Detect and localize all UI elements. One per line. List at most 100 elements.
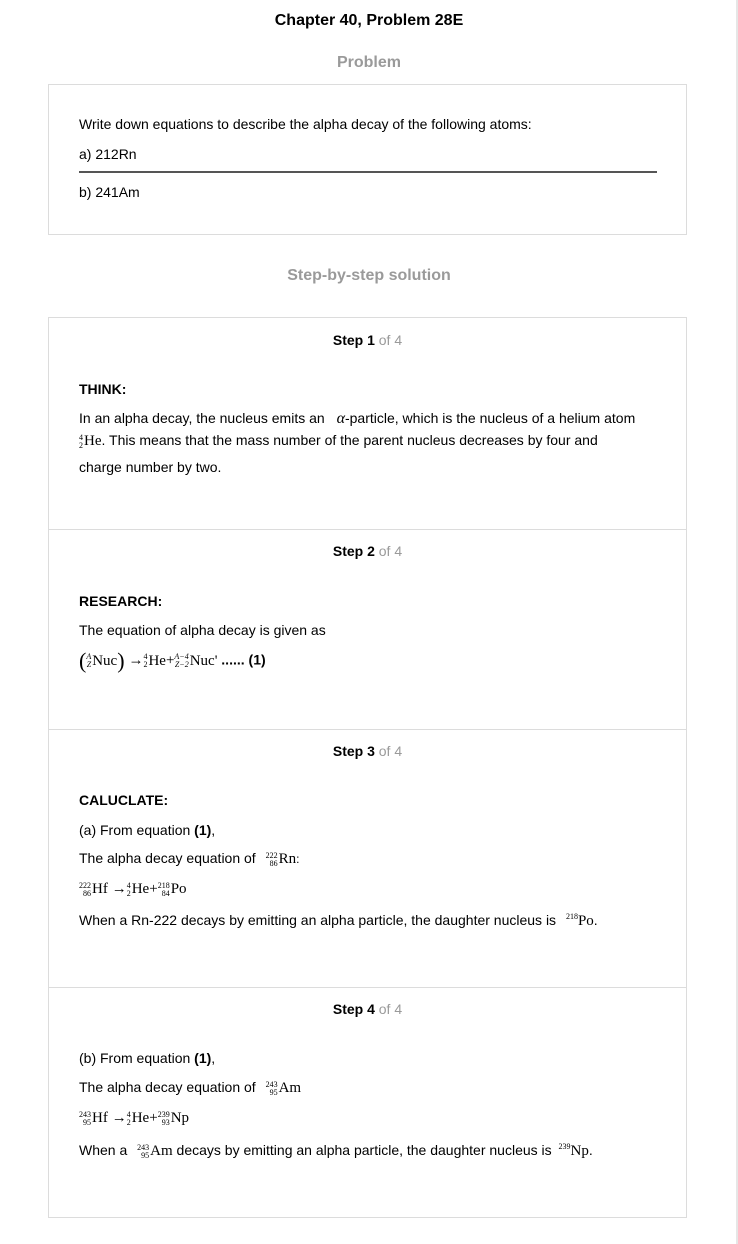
alpha-symbol: α — [336, 410, 345, 427]
he-charge: 2 — [79, 440, 83, 450]
step-4-result-text-a: When a — [79, 1142, 128, 1158]
step-1-heading: THINK: — [79, 381, 127, 397]
step-4-from-ref: (1) — [194, 1050, 212, 1066]
helium-symbol: 4 2 He — [79, 433, 102, 450]
eq3-daughter-charge: 84 — [161, 888, 170, 898]
problem-part-a: a) 212Rn — [79, 146, 137, 162]
eq-number: (1) — [248, 651, 266, 668]
step-1-label: Step 1 — [332, 332, 375, 348]
problem-divider — [79, 171, 657, 173]
radon-symbol: 222 86 Rn — [266, 851, 297, 868]
eq-he-charge: 2 — [143, 660, 148, 670]
eq3-parent-sym: Hf — [92, 880, 108, 897]
eq4-he-charge: 2 — [126, 1117, 131, 1127]
eq-parent-sym: Nuc — [92, 652, 118, 669]
eq3-he-charge: 2 — [126, 888, 131, 898]
step-3-heading: CALUCLATE: — [79, 792, 169, 808]
step-4-from-end: , — [211, 1050, 216, 1066]
eq-parent: A Z Nuc — [86, 653, 117, 670]
step-1-line-3: charge number by two. — [79, 459, 222, 475]
step-2-header: Step 2 of 4 — [49, 543, 686, 559]
step-1-text-c: . This means that the mass number of the… — [101, 432, 598, 448]
paren-close: ) — [117, 648, 125, 673]
step-4-result: When a 243 95 Am decays by emitting an alp… — [79, 1142, 593, 1160]
step-3-from-text: (a) From equation — [79, 822, 195, 838]
eq4-daughter-sym: Np — [170, 1109, 190, 1126]
eq-he-sym: He — [148, 652, 166, 669]
eq-dots: ...... — [221, 651, 245, 668]
eq4-parent-charge: 95 — [83, 1117, 91, 1127]
eq4-he-sym: He — [131, 1109, 150, 1126]
step-2-label: Step 2 — [332, 543, 375, 559]
eq-daughter-sym: Nuc' — [189, 652, 218, 669]
step-3-result-end: . — [593, 912, 598, 928]
step-2: Step 2 of 4 RESEARCH: The equation of al… — [49, 530, 686, 730]
step-3-from-end: , — [211, 822, 216, 838]
step-4-from: (b) From equation (1), — [79, 1050, 215, 1066]
eq4-arrow: → — [111, 1110, 127, 1126]
problem-text: Write down equations to describe the alp… — [79, 116, 532, 132]
eq3-parent-charge: 86 — [83, 888, 91, 898]
eq4-parent-sym: Hf — [92, 1109, 108, 1126]
step-3-eq-intro-text: The alpha decay equation of — [79, 850, 256, 866]
solution-heading: Step-by-step solution — [287, 267, 451, 284]
rn-sym: Rn — [278, 850, 297, 867]
step-4-eq-intro: The alpha decay equation of 243 95 Am — [79, 1079, 301, 1097]
step-3-from-ref: (1) — [194, 822, 212, 838]
step-3-equation: 222 86 Hf → 4 2 He+ 218 84 Po — [79, 880, 187, 898]
eq4-parent: 243 95 Hf — [79, 1110, 108, 1127]
am-sym: Am — [278, 1079, 302, 1096]
eq4-plus: + — [149, 1110, 158, 1126]
np-sym: Np — [570, 1143, 589, 1159]
he-sym: He — [84, 432, 102, 449]
eq3-daughter-sym: Po — [170, 880, 187, 897]
step-1-header: Step 1 of 4 — [49, 332, 686, 348]
eq-daughter-charge: Z−2 — [174, 660, 189, 670]
eq4-daughter-charge: 93 — [161, 1117, 170, 1127]
step-4-eq-intro-text: The alpha decay equation of — [79, 1079, 256, 1095]
eq-arrow: → — [128, 652, 144, 669]
step-3-from: (a) From equation (1), — [79, 822, 215, 838]
rn-charge: 86 — [269, 858, 278, 868]
eq3-parent: 222 86 Hf — [79, 881, 108, 898]
step-3-result: When a Rn-222 decays by emitting an alph… — [79, 912, 598, 930]
eq4-helium: 4 2 He — [127, 1110, 150, 1127]
step-4-of: of 4 — [378, 1001, 403, 1017]
step-2-heading: RESEARCH: — [79, 593, 163, 609]
step-1-text-a: In an alpha decay, the nucleus emits an — [79, 410, 325, 426]
am2-sym: Am — [150, 1142, 173, 1159]
step-2-of: of 4 — [378, 543, 403, 559]
am2-charge: 95 — [141, 1150, 150, 1160]
step-4-header: Step 4 of 4 — [49, 1001, 686, 1017]
am-charge: 95 — [269, 1087, 278, 1097]
step-4-label: Step 4 — [332, 1001, 375, 1017]
step-4-result-end: . — [588, 1142, 593, 1158]
step-2-intro: The equation of alpha decay is given as — [79, 622, 326, 638]
eq-helium: 4 2 He — [143, 653, 166, 670]
step-1-text-b: -particle, which is the nucleus of a hel… — [344, 410, 636, 426]
eq3-he-sym: He — [131, 880, 150, 897]
eq-daughter: A−4 Z−2 Nuc' — [174, 653, 217, 670]
problem-box: Write down equations to describe the alp… — [48, 84, 687, 235]
np-mass: 239 — [558, 1142, 571, 1152]
step-1-line-2: 4 2 He. This means that the mass number of… — [79, 432, 598, 450]
americium-symbol: 243 95 Am — [266, 1080, 302, 1097]
rn-colon: : — [296, 852, 300, 866]
problem-heading: Problem — [336, 54, 401, 71]
step-3: Step 3 of 4 CALUCLATE: (a) From equation… — [49, 730, 686, 988]
step-1: Step 1 of 4 THINK: In an alpha decay, th… — [49, 318, 686, 530]
eq3-plus: + — [149, 881, 158, 897]
step-3-label: Step 3 — [332, 743, 375, 759]
step-3-header: Step 3 of 4 — [49, 743, 686, 759]
step-3-of: of 4 — [378, 743, 403, 759]
solution-box: Step 1 of 4 THINK: In an alpha decay, th… — [48, 317, 687, 1218]
eq-parent-charge: Z — [86, 660, 92, 670]
problem-part-b: b) 241Am — [79, 184, 140, 200]
step-1-line-1: In an alpha decay, the nucleus emits an … — [79, 410, 635, 428]
eq4-daughter: 239 93 Np — [158, 1110, 189, 1127]
step-4-result-text-b: decays by emitting an alpha particle, th… — [176, 1142, 552, 1158]
alpha-decay-equation: (A Z Nuc) → 4 2 He+ A−4 Z−2 Nuc' ...... (1) — [79, 648, 266, 674]
eq3-helium: 4 2 He — [127, 881, 150, 898]
po-sym: Po — [577, 913, 594, 929]
step-3-eq-intro: The alpha decay equation of 222 86 Rn: — [79, 850, 299, 868]
